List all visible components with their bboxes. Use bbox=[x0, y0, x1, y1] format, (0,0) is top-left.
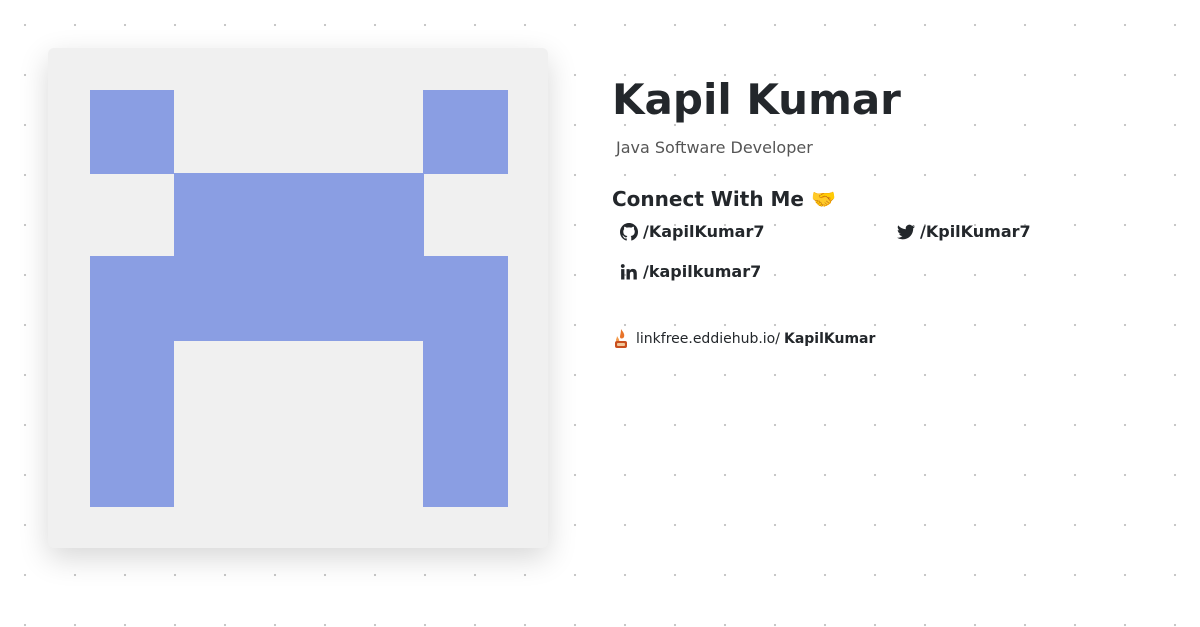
identicon-image bbox=[90, 90, 508, 507]
linkfree-handle: KapilKumar bbox=[783, 331, 876, 347]
linkedin-icon bbox=[620, 263, 637, 279]
linkedin-handle: /kapilkumar7 bbox=[643, 262, 762, 281]
github-handle: /KapilKumar7 bbox=[643, 222, 765, 241]
linkfree-link[interactable]: linkfree.eddiehub.io/ KapilKumar bbox=[612, 328, 875, 350]
profile-title: Java Software Developer bbox=[616, 138, 813, 157]
connect-heading-text: Connect With Me bbox=[612, 187, 804, 211]
twitter-handle: /KpilKumar7 bbox=[920, 222, 1031, 241]
linkfree-url-prefix: linkfree.eddiehub.io/ bbox=[636, 331, 780, 347]
linkedin-link[interactable]: /kapilkumar7 bbox=[620, 262, 761, 281]
social-links: /KapilKumar7 /KpilKumar7 /kapilkumar7 bbox=[612, 222, 1172, 312]
github-icon bbox=[620, 222, 638, 241]
linkfree-logo-icon bbox=[615, 329, 627, 348]
twitter-icon bbox=[897, 224, 915, 239]
connect-heading: Connect With Me 🤝 bbox=[612, 186, 1172, 212]
github-link[interactable]: /KapilKumar7 bbox=[620, 222, 764, 241]
twitter-link[interactable]: /KpilKumar7 bbox=[897, 222, 1031, 241]
profile-name: Kapil Kumar bbox=[612, 75, 901, 124]
profile-info: Kapil Kumar Java Software Developer Conn… bbox=[612, 74, 1172, 312]
avatar bbox=[48, 48, 548, 548]
handshake-icon: 🤝 bbox=[810, 187, 836, 211]
